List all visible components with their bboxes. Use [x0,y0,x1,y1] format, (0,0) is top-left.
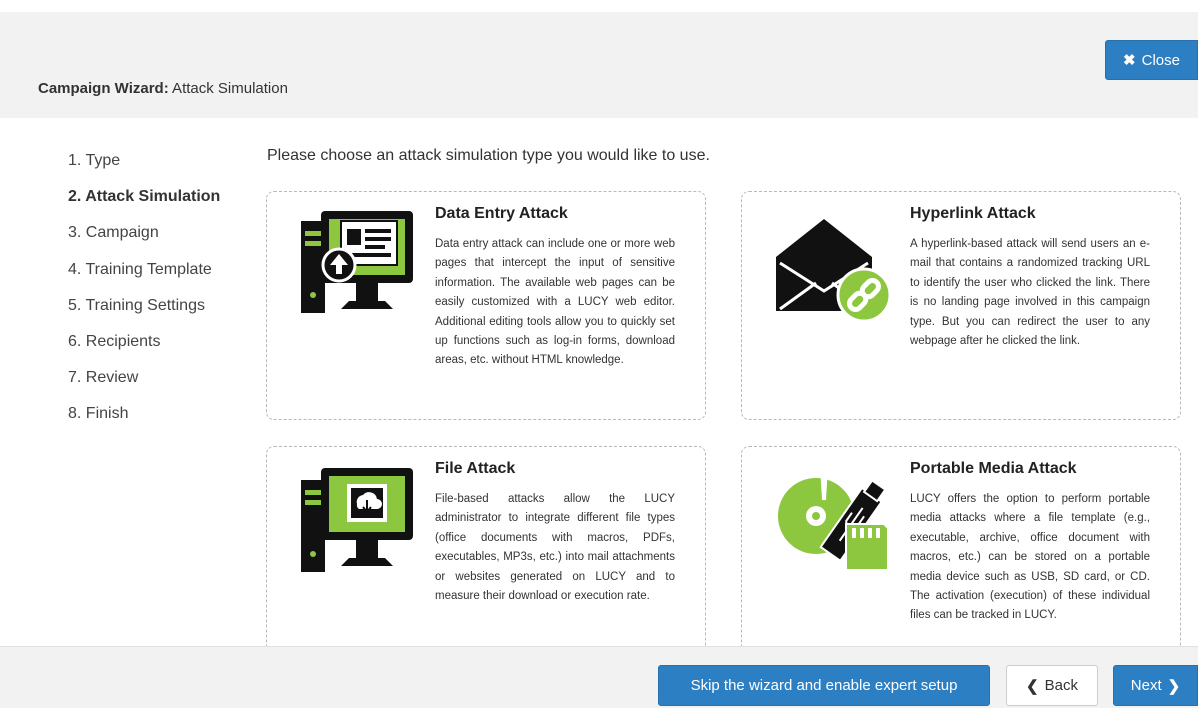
computer-upload-icon [301,211,413,313]
card-description: Data entry attack can include one or mor… [435,238,675,367]
wizard-title: Campaign Wizard: Attack Simulation [38,80,288,97]
wizard-steps: 1. Type 2. Attack Simulation 3. Campaign… [68,150,220,440]
computer-download-icon [301,468,413,572]
back-button[interactable]: ❮ Back [1006,665,1098,706]
close-button[interactable]: ✖ Close [1105,40,1198,80]
step-attack-simulation: 2. Attack Simulation [68,188,221,206]
step-training-template: 4. Training Template [68,260,212,278]
portable-media-icon [778,466,889,571]
next-button[interactable]: Next ❯ [1113,665,1198,706]
card-title: Portable Media Attack [910,460,1077,477]
wizard-header: Campaign Wizard: Attack Simulation [0,12,1198,118]
chevron-left-icon: ❮ [1026,677,1039,695]
card-data-entry-attack[interactable]: Data Entry Attack Data entry attack can … [266,191,706,420]
skip-wizard-button[interactable]: Skip the wizard and enable expert setup [658,665,990,706]
close-icon: ✖ [1123,52,1136,69]
card-title: Hyperlink Attack [910,205,1036,222]
step-recipients: 6. Recipients [68,332,161,350]
card-hyperlink-attack[interactable]: Hyperlink Attack A hyperlink-based attac… [741,191,1181,420]
card-description: LUCY offers the option to perform portab… [910,493,1150,622]
card-title: File Attack [435,460,516,477]
card-description: File-based attacks allow the LUCY admini… [435,493,675,603]
step-finish: 8. Finish [68,405,129,423]
chevron-right-icon: ❯ [1167,677,1181,695]
card-description: A hyperlink-based attack will send users… [910,238,1150,348]
step-review: 7. Review [68,369,139,387]
step-type: 1. Type [68,152,121,169]
step-campaign: 3. Campaign [68,224,159,242]
step-training-settings: 5. Training Settings [68,296,205,314]
card-portable-media-attack[interactable]: Portable Media Attack LUCY offers the op… [741,446,1181,656]
card-title: Data Entry Attack [435,205,568,222]
card-file-attack[interactable]: File Attack File-based attacks allow the… [266,446,706,656]
intro-text: Please choose an attack simulation type … [267,147,710,164]
envelope-link-icon [776,219,892,322]
